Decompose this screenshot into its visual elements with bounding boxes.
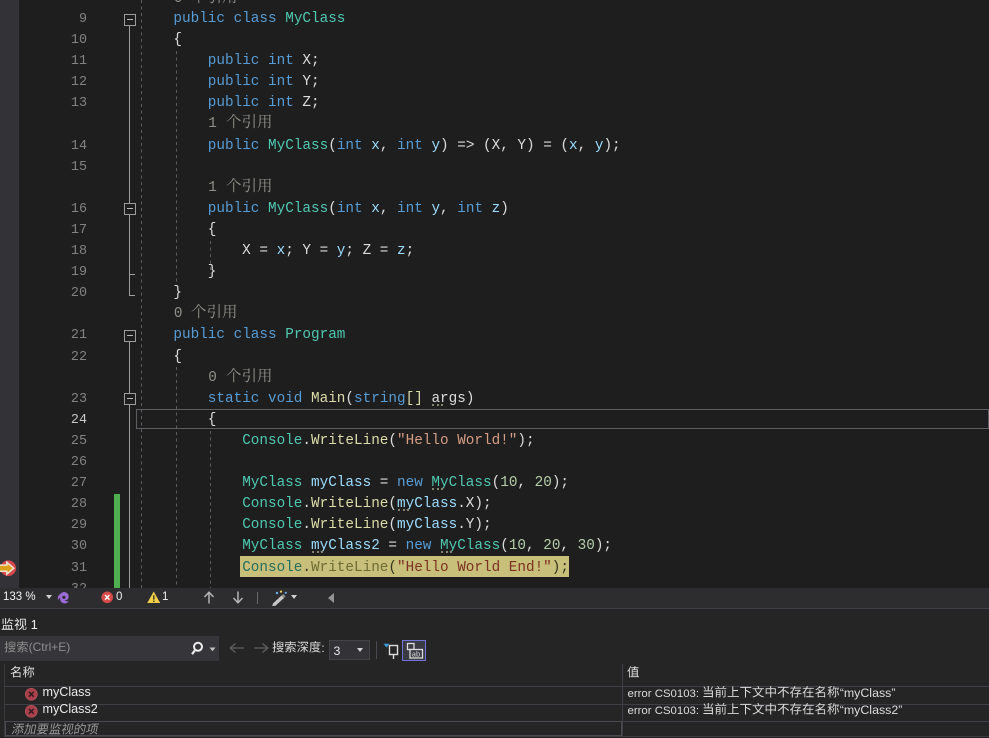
svg-text:ab: ab [412, 650, 420, 659]
